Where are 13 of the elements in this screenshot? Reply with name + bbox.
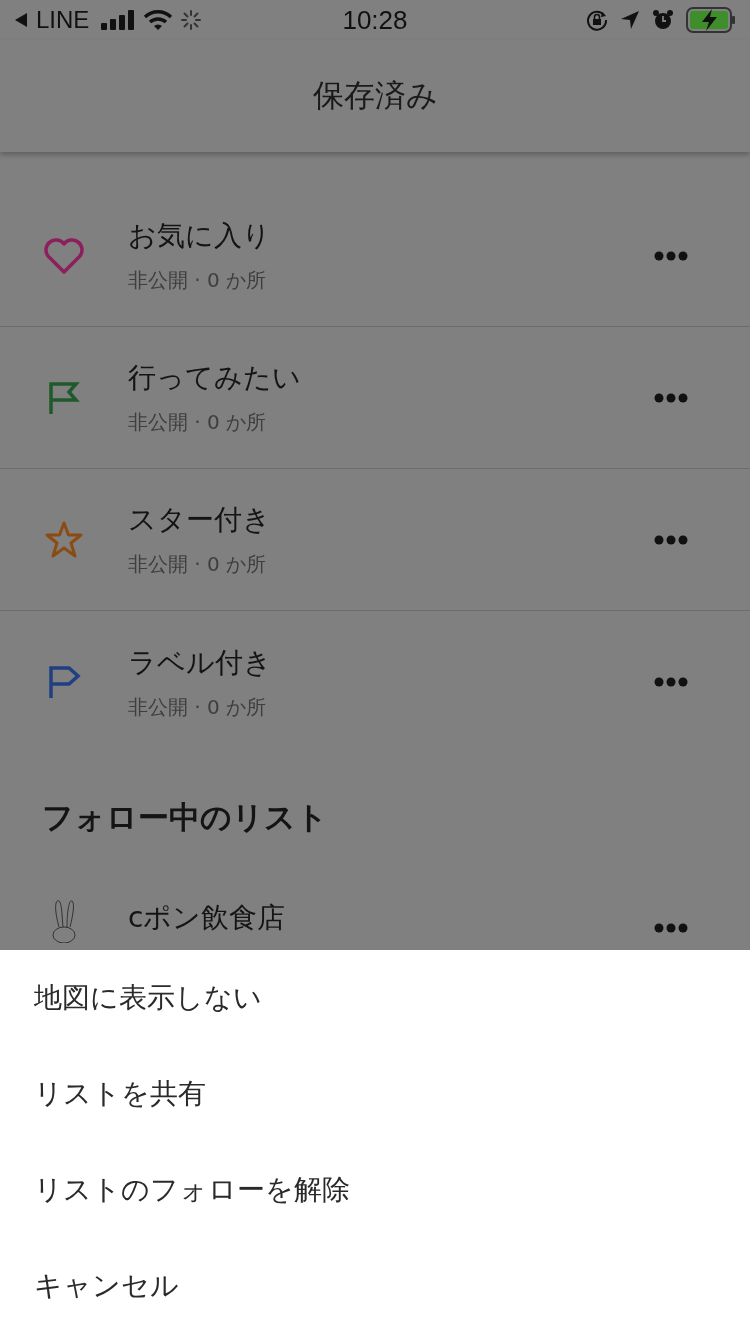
section-heading: フォロー中のリスト bbox=[41, 798, 329, 837]
list-title: 行ってみたい bbox=[128, 360, 302, 396]
list-details: 非公開 · 0 か所 bbox=[128, 409, 268, 436]
list-title: ラベル付き bbox=[128, 644, 273, 681]
clock-time: 10:28 bbox=[342, 4, 408, 36]
list-title: お気に入り bbox=[128, 218, 272, 254]
list-title: cポン飲食店 bbox=[128, 900, 287, 936]
list-details: 非公開 · 0 か所 bbox=[128, 693, 268, 721]
list-details: 非公開 · 0 か所 bbox=[128, 267, 268, 294]
list-details: 非公開 · 0 か所 bbox=[128, 551, 268, 578]
page-title: 保存済み bbox=[312, 76, 438, 115]
carrier-name: LINE bbox=[36, 6, 90, 34]
list-title: スター付き bbox=[128, 502, 272, 538]
